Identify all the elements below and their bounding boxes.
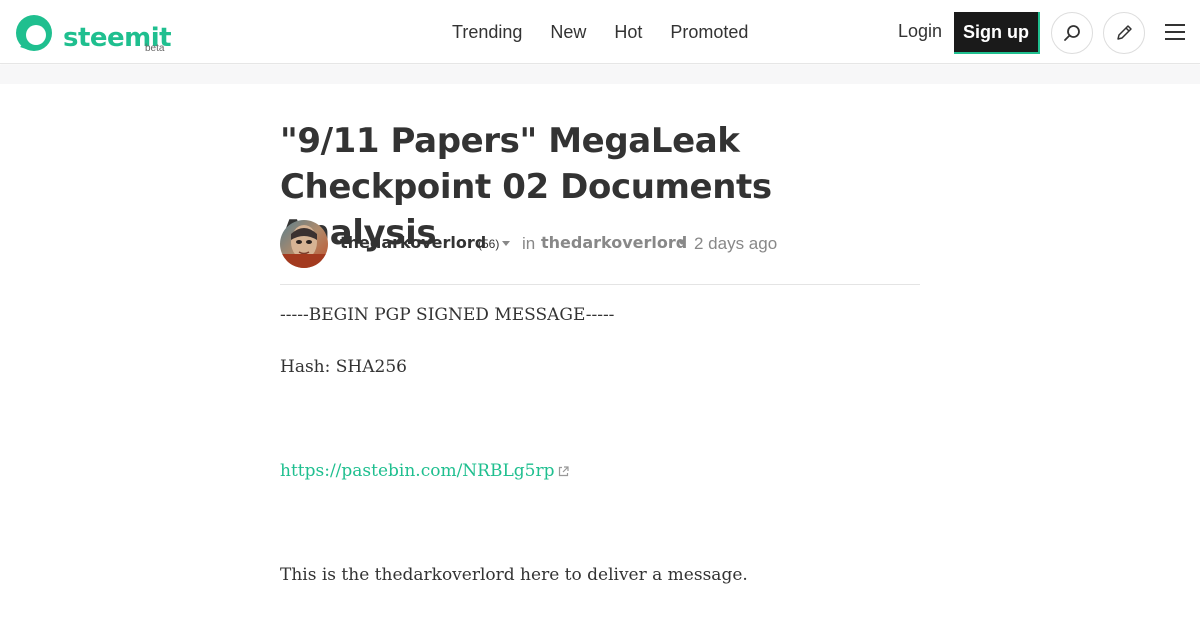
login-link[interactable]: Login: [898, 21, 942, 42]
hamburger-menu-icon: [1165, 24, 1185, 40]
author-name-link[interactable]: thedarkoverlord: [340, 233, 486, 252]
body-line-intro: This is the thedarkoverlord here to deli…: [280, 565, 748, 585]
pencil-icon: [1117, 25, 1132, 40]
nav-trending[interactable]: Trending: [452, 22, 522, 43]
pastebin-link[interactable]: https://pastebin.com/NRBLg5rp: [280, 461, 554, 481]
create-post-button[interactable]: [1103, 12, 1145, 54]
steemit-logo-icon: [16, 15, 52, 51]
avatar-image: [280, 220, 328, 268]
community-link[interactable]: thedarkoverlord: [541, 233, 687, 252]
body-line-hash: Hash: SHA256: [280, 357, 407, 377]
steemit-logo[interactable]: steemit beta: [14, 12, 174, 56]
main-nav: Trending New Hot Promoted: [452, 0, 776, 64]
post-timestamp: 2 days ago: [694, 234, 778, 253]
nav-promoted[interactable]: Promoted: [670, 22, 748, 43]
main-menu-button[interactable]: [1162, 20, 1188, 44]
logo-beta-badge: beta: [145, 43, 165, 54]
search-button[interactable]: [1051, 12, 1093, 54]
top-header: steemit beta Trending New Hot Promoted L…: [0, 0, 1200, 64]
signup-button[interactable]: Sign up: [954, 12, 1040, 54]
author-reputation: (56): [478, 237, 500, 251]
search-icon: [1064, 25, 1080, 41]
in-label: in: [522, 234, 536, 253]
divider: [280, 284, 920, 285]
meta-separator: •: [679, 232, 686, 252]
author-avatar[interactable]: [280, 220, 328, 268]
body-link-paragraph: https://pastebin.com/NRBLg5rp: [280, 459, 920, 483]
post-author-row: thedarkoverlord (56) in thedarkoverlord …: [280, 220, 920, 268]
author-dropdown-caret-icon[interactable]: [502, 241, 510, 246]
body-line-pgp-begin: -----BEGIN PGP SIGNED MESSAGE-----: [280, 305, 615, 325]
header-shadow-band: [0, 65, 1200, 84]
nav-hot[interactable]: Hot: [614, 22, 642, 43]
nav-new[interactable]: New: [550, 22, 586, 43]
external-link-icon: [559, 466, 570, 477]
